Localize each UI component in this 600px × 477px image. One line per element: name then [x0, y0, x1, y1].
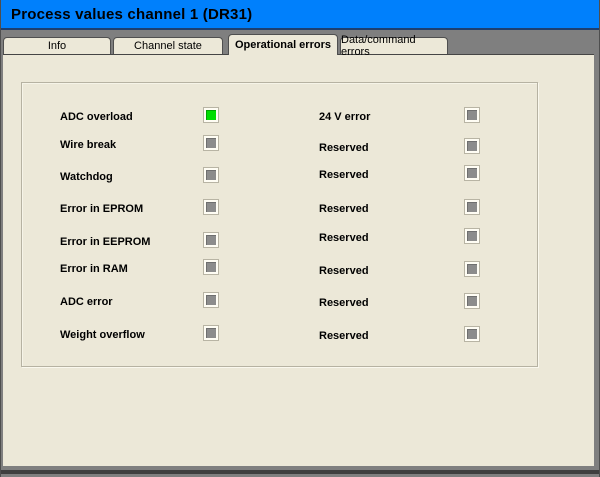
status-led-indicator — [465, 166, 479, 180]
error-label: Reserved — [319, 168, 369, 182]
error-label: Error in EPROM — [60, 202, 143, 216]
status-led-indicator — [204, 260, 218, 274]
status-led-indicator — [465, 108, 479, 122]
status-led-indicator — [204, 136, 218, 150]
error-label: Reserved — [319, 141, 369, 155]
error-label: Reserved — [319, 329, 369, 343]
tab-operational-errors[interactable]: Operational errors — [228, 34, 338, 55]
status-led-indicator — [204, 326, 218, 340]
status-led-indicator — [465, 294, 479, 308]
process-values-window: Process values channel 1 (DR31) InfoChan… — [0, 0, 600, 477]
error-label: Wire break — [60, 138, 116, 152]
error-label: Reserved — [319, 231, 369, 245]
status-led-indicator — [465, 200, 479, 214]
error-label: ADC error — [60, 295, 113, 309]
status-led-indicator — [204, 168, 218, 182]
error-label: Error in EEPROM — [60, 235, 150, 249]
tab-page-operational-errors: ADC overload Wire break Watchdog Error in E… — [3, 54, 594, 466]
status-led-indicator — [204, 200, 218, 214]
status-led-indicator — [204, 108, 218, 122]
tab-strip: InfoChannel state Operational errorsData/… — [1, 0, 599, 54]
status-led-indicator — [465, 229, 479, 243]
error-label: ADC overload — [60, 110, 133, 124]
error-label: 24 V error — [319, 110, 370, 124]
error-label: Weight overflow — [60, 328, 145, 342]
status-led-indicator — [465, 139, 479, 153]
tab-channel-state[interactable]: Channel state — [113, 37, 223, 54]
error-label: Reserved — [319, 264, 369, 278]
error-label: Watchdog — [60, 170, 113, 184]
window-bottom-edge — [1, 470, 599, 474]
error-label: Error in RAM — [60, 262, 128, 276]
error-label: Reserved — [319, 202, 369, 216]
status-led-indicator — [465, 327, 479, 341]
error-label: Reserved — [319, 296, 369, 310]
status-led-indicator — [204, 293, 218, 307]
status-led-indicator — [204, 233, 218, 247]
status-led-indicator — [465, 262, 479, 276]
tab-info[interactable]: Info — [3, 37, 111, 54]
error-indicators-groupbox: ADC overload Wire break Watchdog Error in E… — [21, 82, 538, 367]
tab-data-command-errors[interactable]: Data/command errors — [340, 37, 448, 54]
